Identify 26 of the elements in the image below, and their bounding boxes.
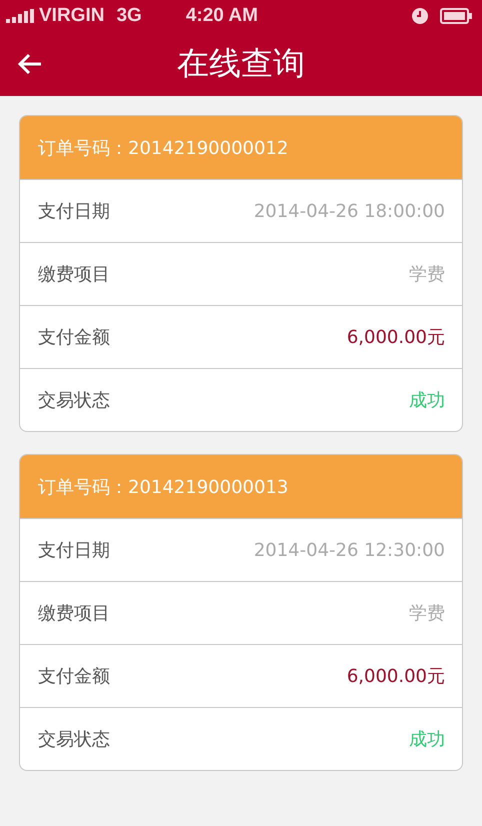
- field-label: 支付金额: [38, 326, 110, 349]
- field-value: 6,000.00元: [346, 665, 445, 688]
- field-value: 2014-04-26 18:00:00: [254, 200, 445, 222]
- field-value: 学费: [409, 602, 445, 625]
- field-value: 成功: [409, 728, 445, 751]
- field-label: 支付金额: [38, 665, 110, 688]
- field-label: 支付日期: [38, 539, 110, 562]
- field-value: 学费: [409, 263, 445, 286]
- field-label: 缴费项目: [38, 263, 110, 286]
- clock-icon: [412, 8, 428, 24]
- order-number: 订单号码：20142190000013: [20, 455, 462, 518]
- field-label: 支付日期: [38, 200, 110, 223]
- battery-icon: [440, 8, 472, 24]
- status-time: 4:20 AM: [186, 5, 259, 27]
- page-title: 在线查询: [177, 43, 305, 84]
- carrier-name: VIRGIN: [39, 5, 104, 27]
- signal-icon: [6, 9, 36, 23]
- order-number: 订单号码：20142190000012: [20, 116, 462, 179]
- field-value: 2014-04-26 12:30:00: [254, 540, 445, 560]
- field-label: 交易状态: [38, 389, 110, 412]
- field-value: 6,000.00元: [346, 326, 445, 349]
- back-arrow-icon: [18, 53, 42, 75]
- network-type: 3G: [116, 5, 142, 27]
- field-label: 缴费项目: [38, 602, 110, 625]
- field-label: 交易状态: [38, 728, 110, 751]
- field-value: 成功: [409, 389, 445, 412]
